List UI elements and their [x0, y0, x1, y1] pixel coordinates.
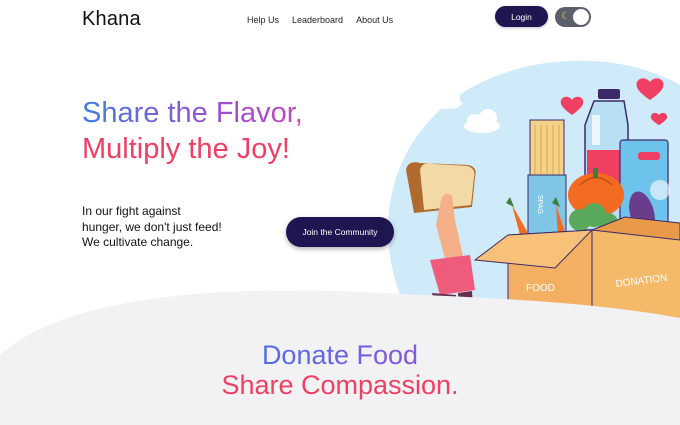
hero-subtitle: In our fight against hunger, we don't ju… — [82, 204, 222, 249]
section-title: Donate Food Share Compassion. — [0, 340, 680, 400]
box-label-food: FOOD — [526, 283, 555, 294]
hero-title: Share the Flavor, Multiply the Joy! — [82, 95, 303, 167]
section-title-line2: Share Compassion. — [221, 370, 459, 400]
hero-title-line1: Share the Flavor, — [82, 97, 303, 129]
login-button[interactable]: Login — [495, 6, 548, 27]
toggle-knob — [573, 9, 589, 25]
logo[interactable]: Khana — [82, 8, 141, 31]
theme-toggle[interactable]: ☾ — [555, 7, 591, 27]
cloud-icon — [434, 90, 462, 109]
nav-link-help-us[interactable]: Help Us — [247, 15, 279, 25]
hero-illustration: SPAG FOOD DONATION — [388, 60, 680, 345]
pasta-label: SPAG — [536, 195, 543, 214]
nav-link-leaderboard[interactable]: Leaderboard — [292, 15, 343, 25]
section-title-line1: Donate Food — [250, 340, 430, 370]
nav-links: Help Us Leaderboard About Us — [247, 15, 393, 25]
navbar: Khana Help Us Leaderboard About Us Login… — [0, 0, 680, 40]
join-community-button[interactable]: Join the Community — [286, 217, 394, 247]
nav-link-about-us[interactable]: About Us — [356, 15, 393, 25]
hero-title-line2: Multiply the Joy! — [82, 133, 290, 165]
moon-icon: ☾ — [561, 11, 570, 22]
